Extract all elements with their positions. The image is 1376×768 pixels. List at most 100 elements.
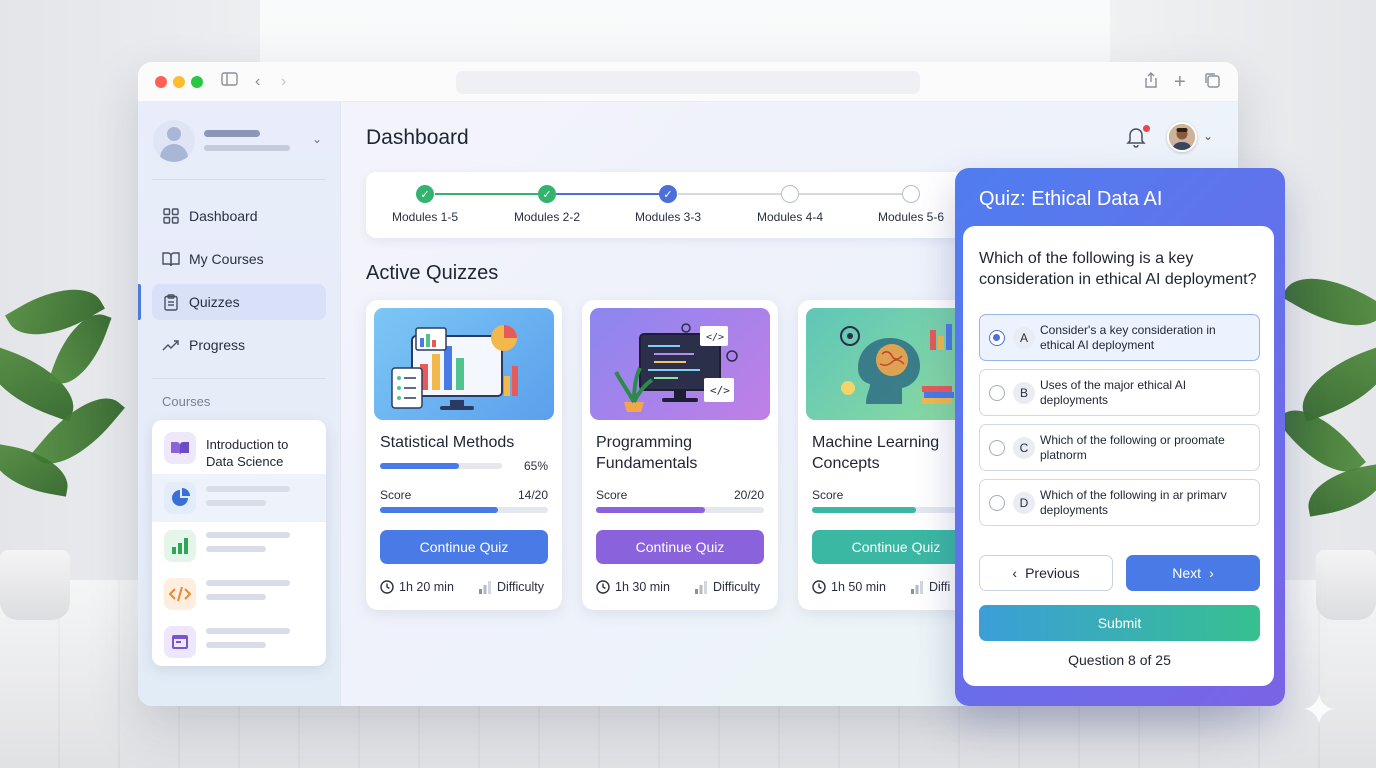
option-text: Which of the following or proomate platn… xyxy=(1040,433,1225,462)
chevron-down-icon[interactable]: ⌄ xyxy=(1203,129,1213,143)
clock-icon xyxy=(812,580,826,594)
forward-icon[interactable]: › xyxy=(281,72,286,92)
step-pending-icon[interactable] xyxy=(781,185,799,203)
avatar[interactable] xyxy=(1167,122,1197,152)
course-item[interactable] xyxy=(152,618,326,666)
plant-left xyxy=(0,250,140,620)
score-label: Score xyxy=(596,488,628,502)
bar-chart-icon xyxy=(164,530,196,562)
quiz-card-statistical-methods[interactable]: Statistical Methods 65% Score 14/20 Cont… xyxy=(366,300,562,610)
clipboard-icon xyxy=(162,293,180,311)
sidebar-item-quizzes[interactable]: Quizzes xyxy=(152,284,326,320)
courses-section-label: Courses xyxy=(162,394,211,409)
statistics-illustration xyxy=(374,308,554,420)
radio-button[interactable] xyxy=(989,330,1005,346)
progress-percent: 65% xyxy=(523,459,548,473)
sidebar-item-progress[interactable]: Progress xyxy=(152,327,326,363)
score-fill xyxy=(812,507,917,513)
quiz-card-title: Statistical Methods xyxy=(380,434,515,451)
back-icon[interactable]: ‹ xyxy=(255,72,260,92)
course-item[interactable] xyxy=(152,570,326,618)
course-item[interactable] xyxy=(152,522,326,570)
next-label: Next xyxy=(1172,565,1202,581)
sidebar-item-dashboard[interactable]: Dashboard xyxy=(152,198,326,234)
book-icon xyxy=(164,432,196,464)
answer-option-b[interactable]: B Uses of the major ethical AI deploymen… xyxy=(979,369,1260,416)
sidebar-toggle-icon[interactable] xyxy=(221,72,238,92)
new-tab-icon[interactable]: + xyxy=(1174,72,1186,92)
page-title: Dashboard xyxy=(366,126,469,149)
course-item[interactable] xyxy=(152,474,326,522)
window-icon xyxy=(164,626,196,658)
check-icon[interactable]: ✓ xyxy=(659,185,677,203)
difficulty: Difficulty xyxy=(694,580,760,594)
continue-quiz-button[interactable]: Continue Quiz xyxy=(596,530,764,564)
option-letter: A xyxy=(1013,327,1035,349)
progress-bar xyxy=(380,463,502,469)
notification-badge xyxy=(1143,125,1150,132)
sidebar: ⌄ Dashboard My Courses Quizzes Progress … xyxy=(138,102,341,706)
chevron-down-icon[interactable]: ⌄ xyxy=(312,132,322,146)
chevron-left-icon: ‹ xyxy=(1012,565,1018,581)
answer-option-d[interactable]: D Which of the following in ar primarv d… xyxy=(979,479,1260,526)
difficulty-text: Difficulty xyxy=(497,580,545,594)
book-open-icon xyxy=(162,250,180,268)
course-item-intro-data-science[interactable]: Introduction to Data Science xyxy=(152,424,326,472)
step-label: Modules 2-2 xyxy=(513,210,581,224)
sidebar-item-label: Dashboard xyxy=(189,208,258,224)
difficulty-text: Diffi xyxy=(929,580,951,594)
close-window-button[interactable] xyxy=(155,76,167,88)
programming-illustration: </> </> xyxy=(590,308,770,420)
address-bar[interactable] xyxy=(456,71,920,94)
duration-text: 1h 50 min xyxy=(831,580,886,594)
radio-button[interactable] xyxy=(989,440,1005,456)
answer-option-c[interactable]: C Which of the following or proomate pla… xyxy=(979,424,1260,471)
score-fill xyxy=(380,507,498,513)
radio-button[interactable] xyxy=(989,385,1005,401)
difficulty: Diffi xyxy=(910,580,950,594)
question-counter: Question 8 of 25 xyxy=(1068,652,1171,668)
sidebar-item-my-courses[interactable]: My Courses xyxy=(152,241,326,277)
minimize-window-button[interactable] xyxy=(173,76,185,88)
score-label: Score xyxy=(380,488,412,502)
previous-button[interactable]: ‹ Previous xyxy=(979,555,1113,591)
duration-text: 1h 30 min xyxy=(615,580,670,594)
next-button[interactable]: Next › xyxy=(1126,555,1260,591)
option-letter: D xyxy=(1013,492,1035,514)
quiz-body: Which of the following is a key consider… xyxy=(963,226,1274,686)
option-letter: C xyxy=(1013,437,1035,459)
step-pending-icon[interactable] xyxy=(902,185,920,203)
step-label: Modules 5-6 xyxy=(877,210,945,224)
quiz-panel: Quiz: Ethical Data AI Which of the follo… xyxy=(955,168,1285,706)
radio-button[interactable] xyxy=(989,495,1005,511)
continue-quiz-button[interactable]: Continue Quiz xyxy=(380,530,548,564)
quiz-card-title: Programming Fundamentals xyxy=(596,434,698,472)
chevron-right-icon: › xyxy=(1209,565,1214,581)
sidebar-item-label: Progress xyxy=(189,337,246,353)
maximize-window-button[interactable] xyxy=(191,76,203,88)
svg-text:</>: </> xyxy=(710,384,730,397)
share-icon[interactable] xyxy=(1144,72,1158,94)
duration: 1h 30 min xyxy=(596,580,670,594)
score-bar xyxy=(596,507,764,513)
pie-chart-icon xyxy=(164,482,196,514)
score-label: Score xyxy=(812,488,844,502)
answer-option-a[interactable]: A Consider's a key consideration in ethi… xyxy=(979,314,1260,361)
score-value: 14/20 xyxy=(517,488,548,502)
option-letter: B xyxy=(1013,382,1035,404)
clock-icon xyxy=(380,580,394,594)
tabs-overview-icon[interactable] xyxy=(1204,72,1220,94)
quiz-card-programming-fundamentals[interactable]: </> </> Programming Fundamentals Score 2… xyxy=(582,300,778,610)
difficulty: Difficulty xyxy=(478,580,544,594)
sidebar-item-label: My Courses xyxy=(189,251,264,267)
progress-fill xyxy=(380,463,460,469)
quiz-card-title: Machine Learning Concepts xyxy=(812,434,940,472)
trend-up-icon xyxy=(162,336,180,354)
check-icon[interactable]: ✓ xyxy=(538,185,556,203)
courses-list: Introduction to Data Science xyxy=(152,420,326,666)
profile-subtitle-placeholder xyxy=(204,145,290,151)
grid-icon xyxy=(162,207,180,225)
check-icon[interactable]: ✓ xyxy=(416,185,434,203)
submit-button[interactable]: Submit xyxy=(979,605,1260,641)
profile-avatar[interactable] xyxy=(153,120,195,162)
